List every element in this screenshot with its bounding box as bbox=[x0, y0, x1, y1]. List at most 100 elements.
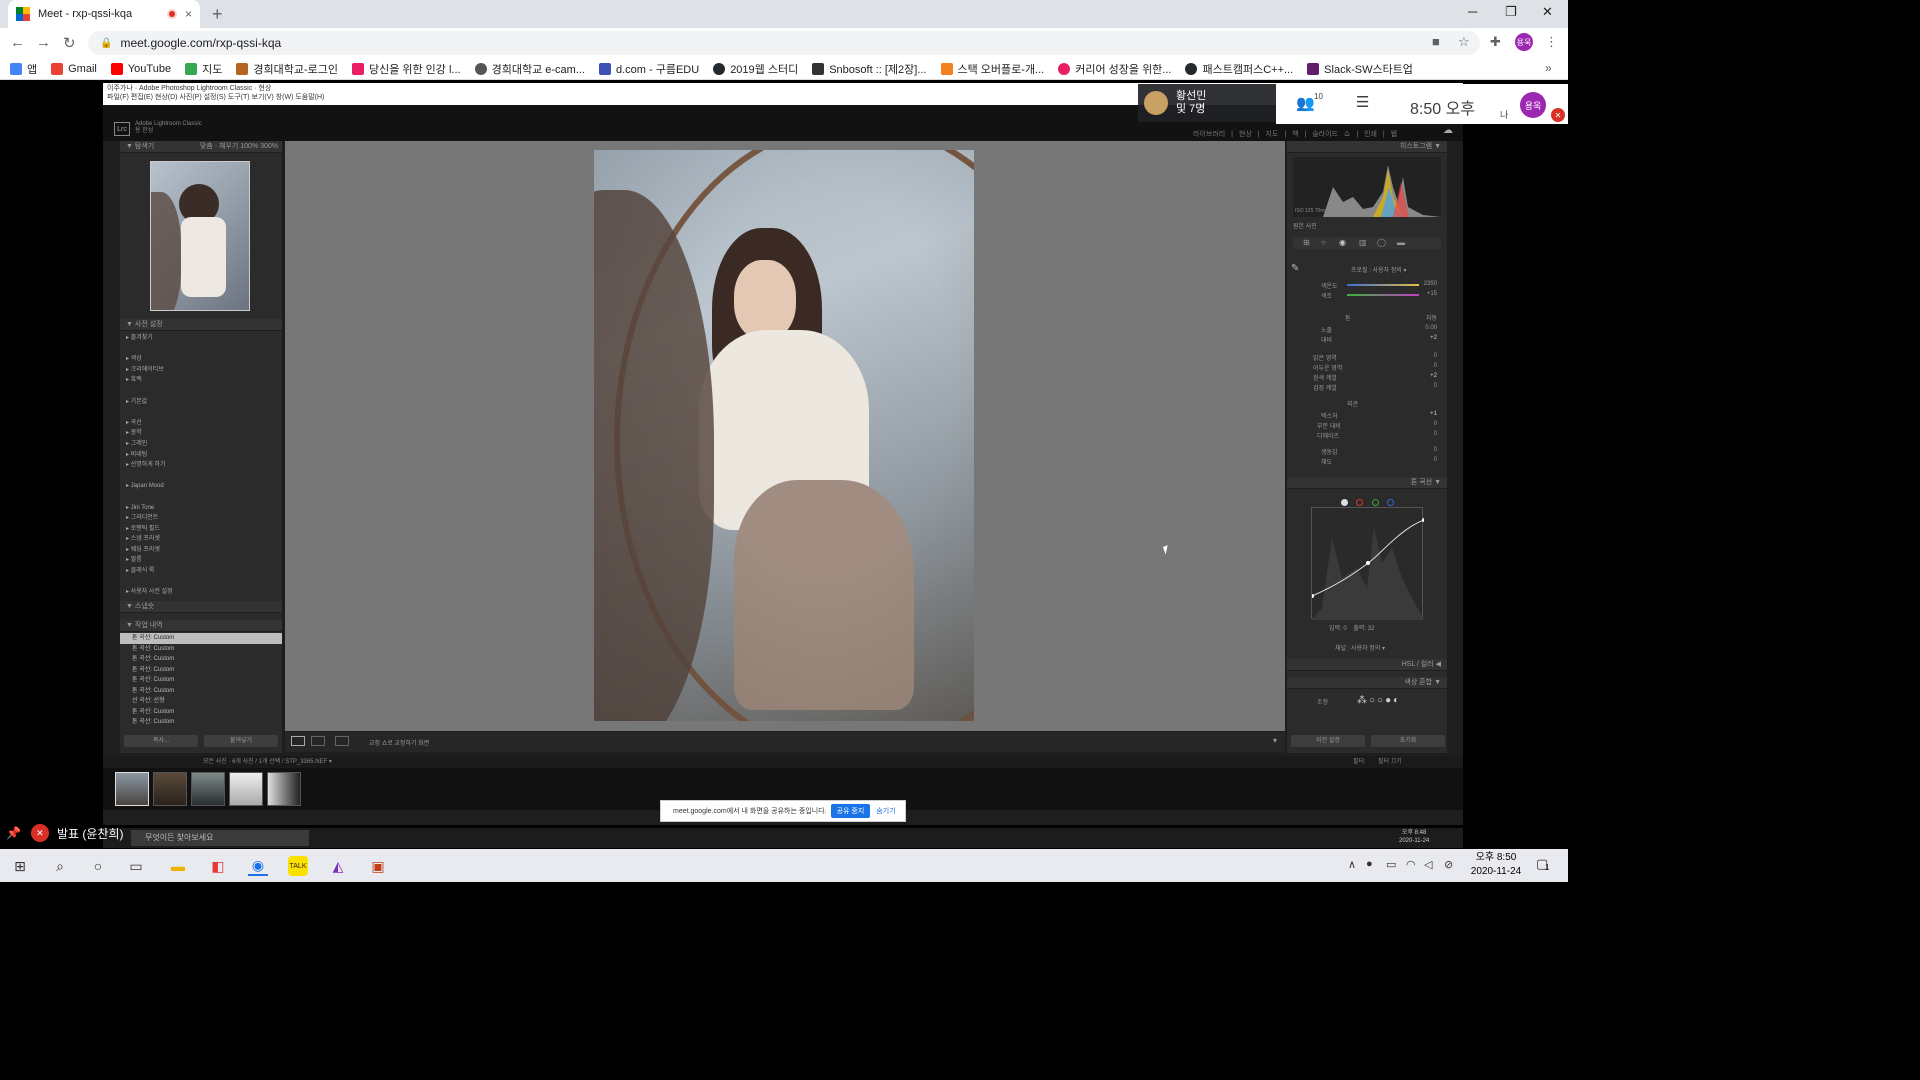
toolbar-chevron-down-icon[interactable]: ▾ bbox=[1273, 736, 1277, 745]
history-item[interactable]: 톤 곡선: Custom bbox=[120, 654, 282, 665]
tint-slider[interactable] bbox=[1347, 294, 1419, 296]
reload-icon[interactable]: ↻ bbox=[63, 34, 76, 52]
tone-curve-graph[interactable] bbox=[1310, 507, 1426, 620]
bookmark-item[interactable]: 2019웹 스터디 bbox=[713, 61, 798, 77]
history-item[interactable]: 톤 곡선: Custom bbox=[120, 675, 282, 686]
new-tab-button[interactable]: + bbox=[212, 4, 223, 25]
restore-icon[interactable]: ❐ bbox=[1505, 4, 1517, 20]
preset-folder[interactable]: ▸ 클래식 룩 bbox=[126, 566, 173, 577]
preset-folder[interactable]: ▸ 기본값 bbox=[126, 397, 173, 408]
forward-icon[interactable]: → bbox=[36, 34, 51, 51]
extensions-icon[interactable]: ✚ bbox=[1490, 34, 1501, 50]
tool-strip[interactable]: ⊞ ○ ◉ ▥ ◯ ▬ bbox=[1293, 237, 1441, 249]
tray-battery-icon[interactable]: ▭ bbox=[1386, 858, 1396, 871]
color-grading-wheels-icon[interactable]: ⁂○○●◐ bbox=[1357, 695, 1401, 706]
filter-dropdown[interactable]: 필터 끄기 bbox=[1378, 756, 1402, 768]
bookmark-item[interactable]: d.com - 구름EDU bbox=[598, 61, 699, 77]
bookmarks-overflow-icon[interactable]: » bbox=[1545, 61, 1552, 75]
history-item[interactable]: 톤 곡선: Custom bbox=[120, 686, 282, 697]
stop-sharing-button[interactable]: 공유 중지 bbox=[830, 804, 871, 818]
back-icon[interactable]: ← bbox=[10, 34, 25, 51]
tab-meet[interactable]: Meet - rxp-qssi-kqa × bbox=[8, 0, 200, 28]
omnibox[interactable]: 🔒 meet.google.com/rxp-qssi-kqa bbox=[88, 31, 1480, 55]
filmstrip-thumb[interactable] bbox=[191, 772, 225, 806]
history-item[interactable]: 톤 곡선: Custom bbox=[120, 644, 282, 655]
preset-folder[interactable]: ▸ 흑백 bbox=[126, 375, 173, 386]
hsl-header[interactable]: HSL / 컬러 ◀ bbox=[1287, 659, 1447, 671]
camera-icon[interactable]: ■ bbox=[1432, 34, 1440, 49]
system-clock[interactable]: 오후 8:50 2020-11-24 bbox=[1466, 851, 1526, 879]
chrome-profile-avatar[interactable]: 용욱 bbox=[1515, 33, 1533, 51]
history-item[interactable]: 톤 곡선: Custom bbox=[120, 665, 282, 676]
main-photo[interactable] bbox=[594, 150, 974, 721]
bookmark-item[interactable]: 앱 bbox=[10, 61, 37, 77]
module-picker[interactable]: 라이브러리 | 현상 | 지도 | 책 | 슬라이드 쇼 | 인쇄 | 웹 bbox=[1193, 129, 1397, 139]
bookmark-item[interactable]: 당신을 위한 인강 l... bbox=[351, 61, 461, 77]
bookmark-star-icon[interactable]: ☆ bbox=[1458, 34, 1470, 50]
bookmark-item[interactable]: 경희대학교 e-cam... bbox=[474, 61, 585, 77]
preset-folder[interactable]: ▸ Japan Mood bbox=[126, 481, 173, 492]
filmstrip-thumb[interactable] bbox=[153, 772, 187, 806]
tray-volume-icon[interactable]: ◁ bbox=[1424, 858, 1432, 871]
preset-folder[interactable]: ▸ 그레인 bbox=[126, 439, 173, 450]
original-photo-toggle[interactable]: 원본 사진 bbox=[1293, 221, 1317, 230]
filmstrip-thumb[interactable] bbox=[115, 772, 149, 806]
navigator-header[interactable]: ▼ 탐색기 맞춤 · 채우기 100% 300% bbox=[120, 141, 282, 153]
navigator-thumbnail[interactable] bbox=[150, 161, 250, 311]
preset-folder[interactable]: ▸ 사용자 사전 설정 bbox=[126, 587, 173, 598]
task-view-icon[interactable]: ▭ bbox=[126, 856, 146, 876]
bookmark-item[interactable]: Gmail bbox=[51, 62, 97, 75]
visual-studio-icon[interactable]: ◭ bbox=[328, 856, 348, 876]
preset-folder[interactable]: ▸ 즐겨찾기 bbox=[126, 333, 173, 344]
windows-start-icon[interactable]: ⊞ bbox=[10, 856, 30, 876]
history-item[interactable]: 톤 곡선: Custom bbox=[120, 717, 282, 728]
preset-folder[interactable]: ▸ 색상 bbox=[126, 354, 173, 365]
reset-button[interactable]: 초기화 bbox=[1371, 735, 1445, 747]
meet-presenter-tile[interactable]: 황선민 및 7명 bbox=[1138, 84, 1276, 122]
cortana-icon[interactable]: ○ bbox=[88, 856, 108, 876]
tray-wifi-icon[interactable]: ◠ bbox=[1406, 858, 1416, 871]
temp-slider[interactable] bbox=[1347, 284, 1419, 286]
preset-folder[interactable]: ▸ 그라디언트 bbox=[126, 513, 173, 524]
office-icon[interactable]: ◧ bbox=[208, 856, 228, 876]
url-text[interactable]: meet.google.com/rxp-qssi-kqa bbox=[120, 36, 281, 50]
tray-no-entry-icon[interactable]: ⊘ bbox=[1444, 858, 1453, 871]
cloud-icon[interactable]: ☁ bbox=[1443, 125, 1453, 136]
filmstrip-thumb[interactable] bbox=[267, 772, 301, 806]
preset-folder[interactable]: ▸ 곡선 bbox=[126, 418, 173, 429]
search-icon[interactable]: ⌕ bbox=[50, 856, 70, 876]
compare-view-icon[interactable] bbox=[311, 736, 325, 746]
bookmark-item[interactable]: 지도 bbox=[185, 61, 222, 77]
powerpoint-icon[interactable]: ▣ bbox=[368, 856, 388, 876]
filmstrip-thumb[interactable] bbox=[229, 772, 263, 806]
minimize-icon[interactable]: ─ bbox=[1468, 4, 1477, 19]
histogram[interactable]: ISO 125 70mm f/1.8 1/160초 bbox=[1293, 157, 1441, 217]
tab-close-icon[interactable]: × bbox=[185, 7, 192, 21]
history-item[interactable]: 톤 곡선: Custom bbox=[120, 707, 282, 718]
history-item[interactable]: 톤 곡선: Custom bbox=[120, 633, 282, 644]
chat-icon[interactable]: ☰ bbox=[1356, 93, 1369, 111]
bookmark-item[interactable]: 경희대학교-로그인 bbox=[236, 61, 338, 77]
preset-folder[interactable]: ▸ 로맨틱 필드 bbox=[126, 524, 173, 535]
tray-chevron-up-icon[interactable]: ∧ bbox=[1348, 858, 1356, 871]
softproof-label[interactable]: 교정 쇼로 교정하기 화면 bbox=[369, 738, 429, 747]
copy-button[interactable]: 복사... bbox=[124, 735, 198, 747]
bookmark-item[interactable]: Snbosoft :: [제2장]... bbox=[812, 61, 927, 77]
tone-curve-header[interactable]: 톤 곡선 ▼ bbox=[1287, 477, 1447, 489]
eyedropper-icon[interactable]: ✎ bbox=[1291, 263, 1299, 274]
bookmark-item[interactable]: YouTube bbox=[110, 62, 171, 75]
file-explorer-icon[interactable]: ▬ bbox=[168, 856, 188, 876]
snapshots-header[interactable]: ▼ 스냅숏 bbox=[120, 601, 282, 613]
preset-folder[interactable]: ▸ 광학 bbox=[126, 428, 173, 439]
preset-folder[interactable]: ▸ 선명하게 하기 bbox=[126, 460, 173, 471]
bookmark-item[interactable]: 스택 오버플로-개... bbox=[940, 61, 1044, 77]
pin-icon[interactable]: 📌 bbox=[6, 826, 21, 840]
preset-folder[interactable]: ▸ 웨딩 프리셋 bbox=[126, 545, 173, 556]
history-header[interactable]: ▼ 작업 내역 bbox=[120, 620, 282, 632]
hide-notice-button[interactable]: 숨기기 bbox=[876, 806, 895, 816]
paste-button[interactable]: 붙여넣기 bbox=[204, 735, 278, 747]
loupe-view-icon[interactable] bbox=[291, 736, 305, 746]
people-icon[interactable]: 👥 bbox=[1296, 94, 1315, 112]
before-after-icon[interactable] bbox=[335, 736, 349, 746]
histogram-header[interactable]: 히스토그램 ▼ bbox=[1287, 141, 1447, 153]
